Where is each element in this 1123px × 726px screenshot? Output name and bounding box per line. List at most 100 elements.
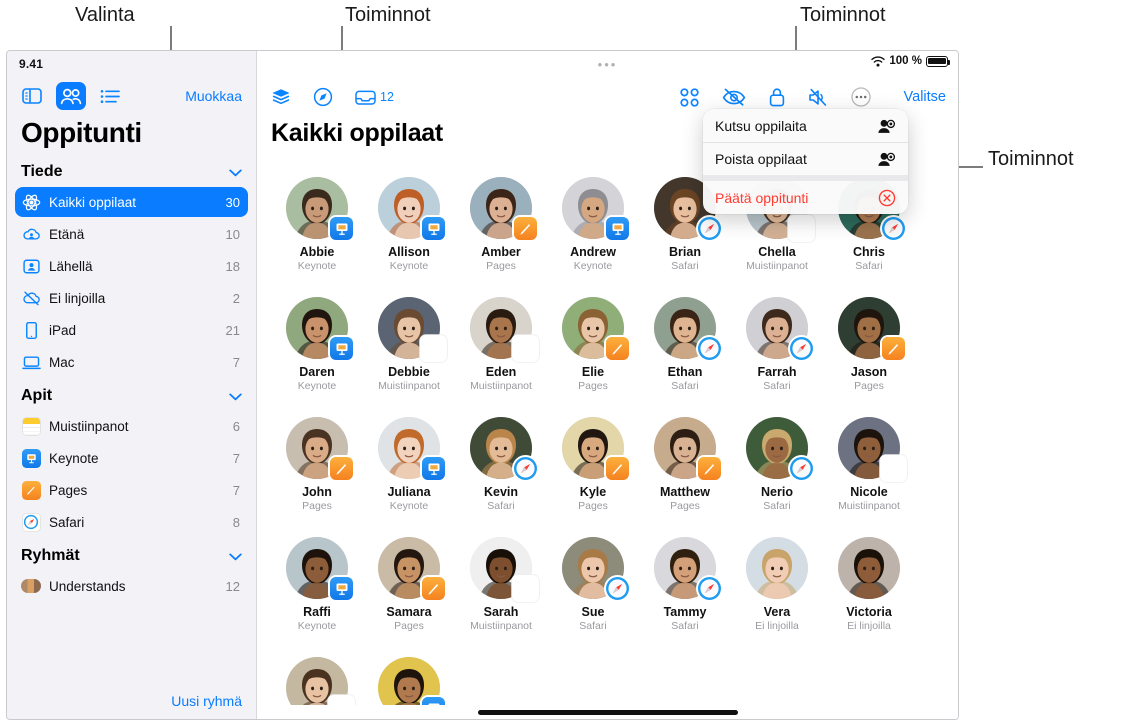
sidebar-item-safari[interactable]: Safari 8 <box>15 507 248 537</box>
speaker-mute-icon[interactable] <box>808 88 828 107</box>
actions-popup-menu: Kutsu oppilaita Poista oppilaat Päätä op… <box>703 109 908 214</box>
student-app-status: Pages <box>302 500 332 512</box>
chevron-down-icon[interactable] <box>229 550 242 563</box>
student-app-status: Pages <box>670 500 700 512</box>
student-app-status: Pages <box>854 380 884 392</box>
sidebar-item-count: 18 <box>225 258 240 274</box>
menu-item-label: Päätä oppitunti <box>715 189 809 206</box>
student-card[interactable]: Matthew Pages <box>639 413 731 533</box>
notes-badge-icon <box>790 217 813 240</box>
avatar <box>746 537 808 599</box>
list-icon[interactable] <box>95 82 125 110</box>
student-card[interactable]: Raffi Keynote <box>271 533 363 653</box>
sidebar-item-count: 6 <box>232 418 240 434</box>
student-card[interactable]: Farrah Safari <box>731 293 823 413</box>
student-name: Farrah <box>757 365 797 379</box>
student-card[interactable]: Amber Pages <box>455 173 547 293</box>
select-button[interactable]: Valitse <box>904 89 946 105</box>
student-name: Chris <box>853 245 885 259</box>
student-card[interactable]: John Pages <box>271 413 363 533</box>
menu-item-poista-oppilaat[interactable]: Poista oppilaat <box>703 142 908 175</box>
student-card[interactable]: Ethan Safari <box>639 293 731 413</box>
sidebar-item-count: 7 <box>232 482 240 498</box>
sidebar-item-label: Mac <box>49 354 75 370</box>
home-indicator[interactable] <box>477 710 738 715</box>
student-name: Abbie <box>299 245 335 259</box>
sidebar-item-count: 12 <box>225 578 240 594</box>
pages-badge-icon <box>698 457 721 480</box>
student-card[interactable]: Jason Pages <box>823 293 915 413</box>
avatar-wrap <box>470 177 537 240</box>
student-card[interactable]: Elie Pages <box>547 293 639 413</box>
safari-badge-icon <box>882 217 905 240</box>
student-card[interactable]: Allison Keynote <box>363 173 455 293</box>
sidebar-item-etänä[interactable]: Etänä 10 <box>15 219 248 249</box>
student-card[interactable]: Victoria Ei linjoilla <box>823 533 915 653</box>
sidebar-item-mac[interactable]: Mac 7 <box>15 347 248 377</box>
main-statusbar: ••• 100 % <box>257 51 958 77</box>
sidebar-item-count: 8 <box>232 514 240 530</box>
sidebar-item-ipad[interactable]: iPad 21 <box>15 315 248 345</box>
sidebar-item-label: Lähellä <box>49 258 93 274</box>
student-card[interactable]: Vera Ei linjoilla <box>731 533 823 653</box>
home-indicator-area <box>257 705 958 719</box>
eye-slash-icon[interactable] <box>722 88 746 106</box>
people-icon[interactable] <box>56 82 86 110</box>
chevron-down-icon[interactable] <box>229 390 242 403</box>
student-app-status: Safari <box>579 620 607 632</box>
sidebar-item-kaikki-oppilaat[interactable]: Kaikki oppilaat 30 <box>15 187 248 217</box>
sidebar-toggle-icon[interactable] <box>17 82 47 110</box>
edit-button[interactable]: Muokkaa <box>185 88 246 104</box>
sidebar-section-header[interactable]: Ryhmät <box>15 539 248 571</box>
student-card[interactable]: Abbie Keynote <box>271 173 363 293</box>
menu-item-päätä-oppitunti[interactable]: Päätä oppitunti <box>703 181 908 214</box>
sidebar-toolbar: Muokkaa <box>7 77 256 115</box>
sidebar-item-keynote[interactable]: Keynote 7 <box>15 443 248 473</box>
navigate-icon[interactable] <box>313 87 333 107</box>
student-card[interactable]: Kyle Pages <box>547 413 639 533</box>
student-app-status: Ei linjoilla <box>755 620 799 632</box>
person-add-icon <box>877 118 896 134</box>
keynote-badge-icon <box>422 457 445 480</box>
sidebar: 9.41 Muokkaa Oppitunti Tiede Kaikki oppi… <box>7 51 257 719</box>
student-card[interactable]: Daren Keynote <box>271 293 363 413</box>
student-card[interactable]: Juliana Keynote <box>363 413 455 533</box>
student-card[interactable]: Andrew Keynote <box>547 173 639 293</box>
sidebar-section-header[interactable]: Apit <box>15 379 248 411</box>
student-card[interactable]: Sarah Muistiinpanot <box>455 533 547 653</box>
sidebar-item-understands[interactable]: Understands 12 <box>15 571 248 601</box>
student-card[interactable]: Kevin Safari <box>455 413 547 533</box>
student-name: Sue <box>581 605 605 619</box>
tray-icon[interactable]: 12 <box>355 89 394 106</box>
student-card[interactable]: Tammy Safari <box>639 533 731 653</box>
student-app-status: Muistiinpanot <box>378 380 440 392</box>
student-card[interactable]: Eden Muistiinpanot <box>455 293 547 413</box>
student-name: John <box>302 485 332 499</box>
avatar-wrap <box>286 177 353 240</box>
sidebar-item-muistiinpanot[interactable]: Muistiinpanot 6 <box>15 411 248 441</box>
layers-icon[interactable] <box>271 88 291 106</box>
menu-item-label: Poista oppilaat <box>715 151 807 167</box>
student-card[interactable]: Nicole Muistiinpanot <box>823 413 915 533</box>
pages-badge-icon <box>422 577 445 600</box>
safari-badge-icon <box>606 577 629 600</box>
grabber-dots-icon[interactable]: ••• <box>598 58 618 71</box>
menu-item-kutsu-oppilaita[interactable]: Kutsu oppilaita <box>703 109 908 142</box>
ellipsis-circle-icon[interactable] <box>850 87 871 107</box>
student-card[interactable]: Sue Safari <box>547 533 639 653</box>
student-card[interactable]: Nerio Safari <box>731 413 823 533</box>
sidebar-item-pages[interactable]: Pages 7 <box>15 475 248 505</box>
new-group-link[interactable]: Uusi ryhmä <box>7 689 256 719</box>
sidebar-item-ei-linjoilla[interactable]: Ei linjoilla 2 <box>15 283 248 313</box>
sidebar-item-lähellä[interactable]: Lähellä 18 <box>15 251 248 281</box>
grid-apps-icon[interactable] <box>679 87 699 107</box>
avatar-wrap <box>378 177 445 240</box>
student-card[interactable]: Samara Pages <box>363 533 455 653</box>
student-card[interactable]: Debbie Muistiinpanot <box>363 293 455 413</box>
chevron-down-icon[interactable] <box>229 166 242 179</box>
student-name: Sarah <box>483 605 519 619</box>
lock-icon[interactable] <box>769 87 785 107</box>
person-remove-icon <box>877 151 896 167</box>
sidebar-item-label: Kaikki oppilaat <box>49 194 137 210</box>
sidebar-section-header[interactable]: Tiede <box>15 155 248 187</box>
